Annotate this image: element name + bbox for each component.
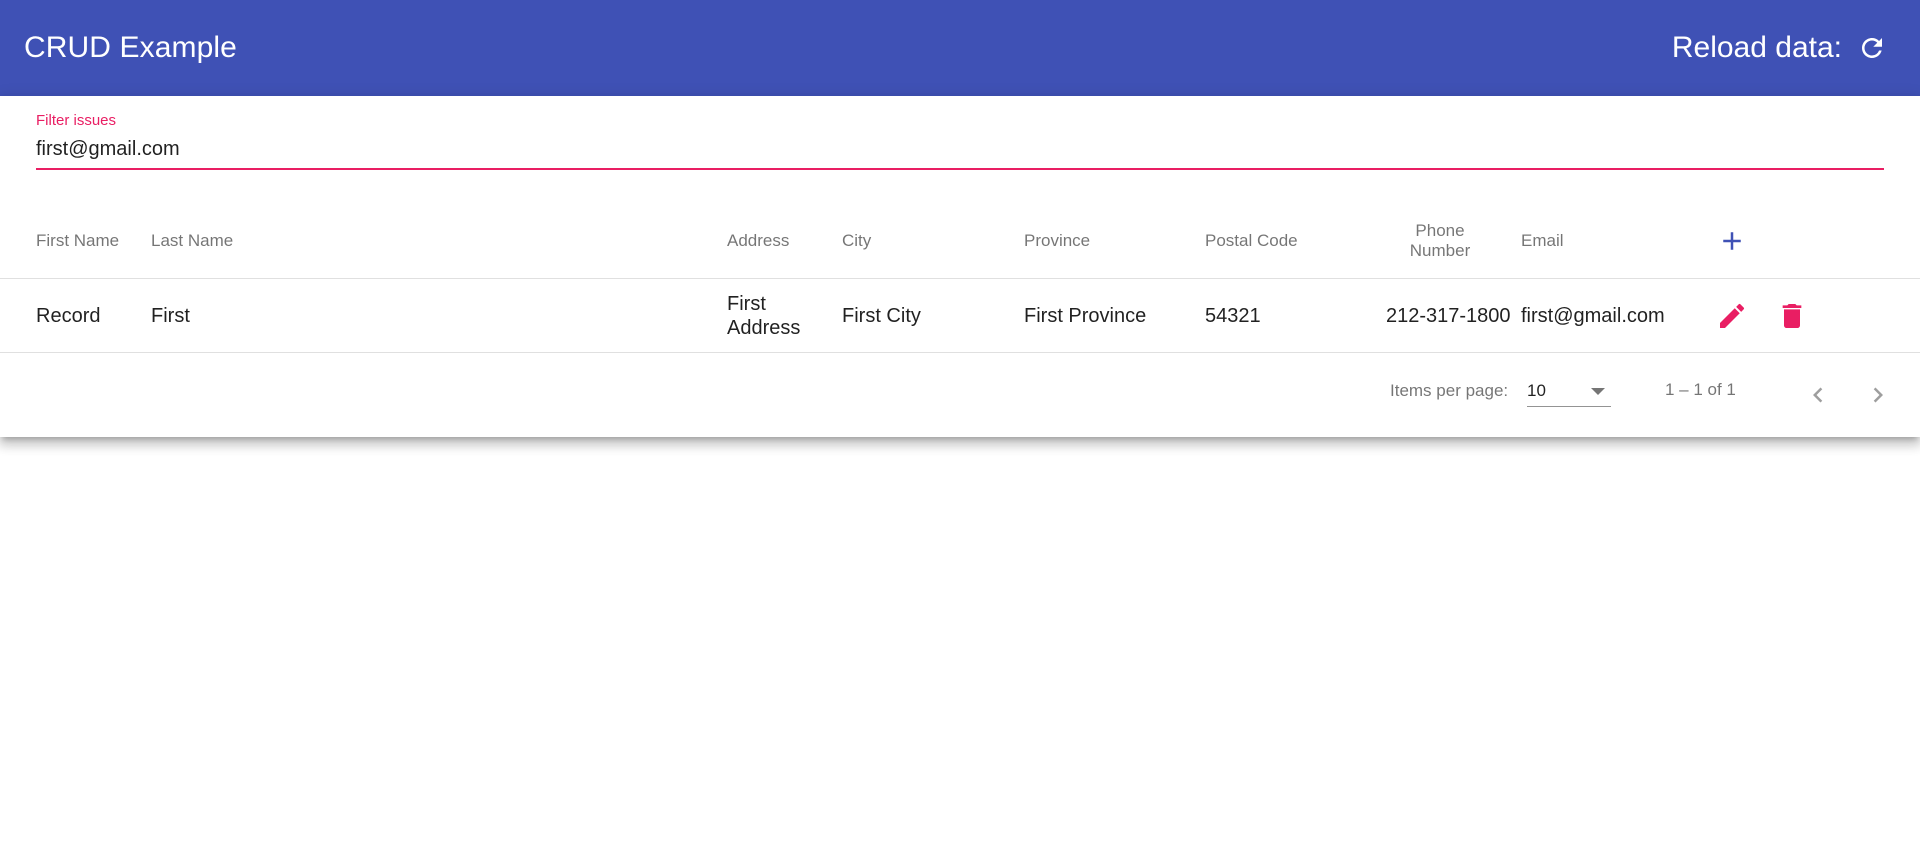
table-card: Filter issues First Name Last Name Addre…	[0, 96, 1920, 437]
reload-button[interactable]	[1848, 24, 1896, 72]
reload-area: Reload data:	[1672, 24, 1896, 72]
cell-last-name: First	[151, 304, 190, 327]
page-size-value: 10	[1527, 381, 1546, 400]
cell-phone-number: 212-317-1800	[1386, 304, 1511, 327]
chevron-left-icon	[1813, 387, 1823, 403]
pencil-icon	[1720, 303, 1745, 328]
cell-first-name: Record	[36, 304, 101, 327]
trash-icon	[1782, 303, 1802, 328]
cell-email: first@gmail.com	[1521, 304, 1665, 327]
filter-field: Filter issues	[36, 112, 1884, 170]
next-page-button[interactable]	[1854, 371, 1902, 419]
paginator: Items per page: 10 1 – 1 of 1	[0, 353, 1920, 437]
refresh-icon	[1862, 38, 1882, 58]
column-header-province[interactable]: Province	[1024, 204, 1194, 278]
cell-province: First Province	[1024, 304, 1147, 327]
range-label: 1 – 1 of 1	[1665, 380, 1736, 399]
filter-input[interactable]	[36, 134, 1884, 164]
column-header-postal-code[interactable]: Postal Code	[1205, 204, 1375, 278]
column-header-first-name[interactable]: First Name	[36, 204, 146, 278]
cell-postal-code: 54321	[1205, 304, 1261, 327]
column-header-address[interactable]: Address	[727, 204, 837, 278]
items-per-page-label: Items per page:	[1390, 381, 1509, 400]
edit-record-button[interactable]	[1708, 292, 1756, 340]
table-header-row: First Name Last Name Address City Provin…	[0, 204, 1920, 279]
delete-record-button[interactable]	[1768, 292, 1816, 340]
add-record-button[interactable]	[1708, 217, 1756, 265]
reload-label: Reload data:	[1671, 31, 1842, 64]
previous-page-button[interactable]	[1794, 371, 1842, 419]
cell-city: First City	[842, 304, 921, 327]
page-size-select[interactable]: 10	[1527, 377, 1611, 407]
chevron-right-icon	[1873, 387, 1883, 403]
app-title: CRUD Example	[24, 31, 237, 64]
column-header-city[interactable]: City	[842, 204, 1012, 278]
column-header-email[interactable]: Email	[1521, 204, 1671, 278]
plus-icon	[1723, 232, 1741, 250]
app-toolbar: CRUD Example Reload data:	[0, 0, 1920, 96]
table-row: Record First First Address First City Fi…	[0, 279, 1920, 353]
dropdown-arrow-icon	[1591, 388, 1605, 395]
filter-label: Filter issues	[36, 112, 117, 129]
column-header-last-name[interactable]: Last Name	[151, 204, 711, 278]
cell-address: First Address	[727, 292, 801, 339]
column-header-phone-number[interactable]: Phone Number	[1385, 204, 1495, 278]
